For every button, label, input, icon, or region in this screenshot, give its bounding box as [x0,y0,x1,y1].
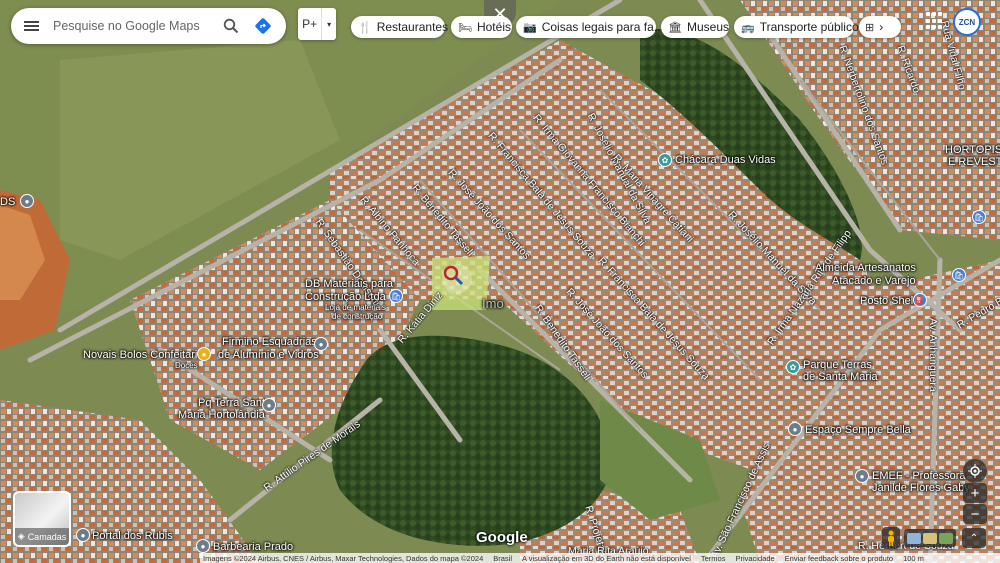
photo-thumbnail[interactable] [907,532,921,544]
feedback-link[interactable]: Enviar feedback sobre o produto [785,554,893,563]
photo-thumbnail[interactable] [923,532,937,544]
chip-hotels[interactable]: 🛏 Hotéis [451,16,512,38]
attribution-bar: Imagens ©2024 Airbus, CNES / Airbus, Max… [200,553,1000,563]
bus-icon: 🚌 [741,21,755,34]
food-pin-icon[interactable]: ● [197,347,211,361]
street-label: Av. Anhanguera [927,318,939,392]
place-label[interactable]: DB Materiais para [305,278,393,290]
shop-pin-icon[interactable]: 🛍 [972,210,986,224]
place-label[interactable]: DS [0,196,15,208]
terms-link[interactable]: Termos [701,554,726,563]
chips-more-button[interactable]: ⊞ › [859,16,901,38]
place-sublabel: Doces [175,361,198,370]
search-icon[interactable] [215,8,247,44]
museum-icon: 🏛 [668,21,682,34]
minus-icon[interactable]: − [963,504,987,524]
chip-transit[interactable]: 🚌 Transporte público [734,16,859,38]
place-label[interactable]: de Alumínio e Vidros [218,349,319,361]
menu-icon[interactable] [11,8,51,44]
place-label[interactable]: Maria Hortolândia [178,409,265,421]
country-link[interactable]: Brasil [493,554,512,563]
account-avatar[interactable]: ZCN [953,8,981,36]
place-label[interactable]: Janilde Flores Gaby [872,482,970,494]
selected-area-magnifier-icon[interactable] [442,264,472,294]
apps-grid-icon[interactable] [926,12,944,30]
restaurant-icon: 🍴 [358,21,372,34]
park-pin-icon[interactable]: ✿ [786,360,800,374]
photo-thumbnail[interactable] [939,532,953,544]
place-label[interactable]: Portal dos Rubis [92,530,173,542]
place-label[interactable]: Firmino Esquadrias [222,336,317,348]
camera-icon: 📷 [523,21,537,34]
park-pin-icon[interactable]: ✿ [658,153,672,167]
place-label[interactable]: Espaço Sempre Bella [805,424,911,436]
3d-note: A visualização em 3D do Earth não está d… [522,553,691,563]
search-box [11,8,286,44]
privacy-link[interactable]: Privacidade [735,554,774,563]
watermark-text: Imo [482,296,504,311]
chip-restaurants[interactable]: 🍴 Restaurantes [351,16,449,38]
place-pin-icon[interactable]: ● [314,337,328,351]
place-pin-icon[interactable]: ● [196,539,210,553]
place-label[interactable]: Atacado e Varejo [832,275,916,287]
plus-icon[interactable]: + [963,483,987,503]
my-location-icon[interactable] [963,459,987,483]
search-input[interactable] [51,18,215,34]
place-label[interactable]: HORTOPISO [945,144,1000,156]
satellite-map[interactable]: R. Josélio Manual da Silva R. Irma Giova… [0,0,1000,563]
chip-label: Restaurantes [376,20,449,34]
scale-label[interactable]: 100 m [903,554,924,563]
photo-strip[interactable] [904,529,956,547]
place-label[interactable]: EMEF - Professora [872,470,966,482]
pharmacy-icon: ⊞ [865,21,875,34]
place-label[interactable]: Novais Bolos Confeitaria [83,349,203,361]
chip-label: Transporte público [759,20,859,34]
place-label[interactable]: Construção Ltda [305,291,386,303]
pegman-icon[interactable] [882,527,900,549]
expand-icon[interactable]: ⌃ [962,528,986,548]
chip-museums[interactable]: 🏛 Museus [661,16,729,38]
place-label[interactable]: Chácara Duas Vidas [675,154,776,166]
place-label[interactable]: E REVESTIM [948,156,1000,168]
chip-label: Museus [686,20,729,34]
place-label[interactable]: de Santa Maria [803,371,878,383]
place-sublabel: Loja de materiais [325,303,386,312]
chevron-right-icon: › [879,20,884,34]
google-logo: Google [476,529,528,546]
place-pin-icon[interactable]: ● [788,422,802,436]
chip-label: Hotéis [476,20,511,34]
hotel-icon: 🛏 [458,21,472,34]
travel-mode-label: P+ [302,17,318,31]
place-label[interactable]: Parque Terras [803,359,872,371]
school-pin-icon[interactable]: ● [855,469,869,483]
place-label[interactable]: Barbearia Prado [213,541,293,553]
place-sublabel: de construção [332,312,383,321]
place-pin-icon[interactable]: ● [20,194,34,208]
shop-pin-icon[interactable]: 🛍 [389,289,403,303]
chip-things-to-do[interactable]: 📷 Coisas legais para fa... [516,16,664,38]
directions-icon[interactable] [247,8,279,44]
chip-label: Coisas legais para fa... [541,20,664,34]
gas-station-pin-icon[interactable]: ⛽ [913,293,927,307]
shop-pin-icon[interactable]: 🛍 [952,268,966,282]
imagery-credit: Imagens ©2024 Airbus, CNES / Airbus, Max… [203,553,484,563]
travel-mode-select[interactable]: P+ ▾ [298,8,336,40]
place-pin-icon[interactable]: ● [76,528,90,542]
layers-button[interactable]: ◈ Camadas [13,491,71,547]
chevron-down-icon: ▾ [321,8,336,40]
place-label[interactable]: Almeida Artesanatos [815,262,916,274]
place-label[interactable]: Posto Shell [860,295,916,307]
place-label[interactable]: Pq Terra Santa [198,397,271,409]
layers-icon: ◈ [17,531,25,541]
place-pin-icon[interactable]: ● [262,398,276,412]
layers-label: Camadas [27,531,67,542]
